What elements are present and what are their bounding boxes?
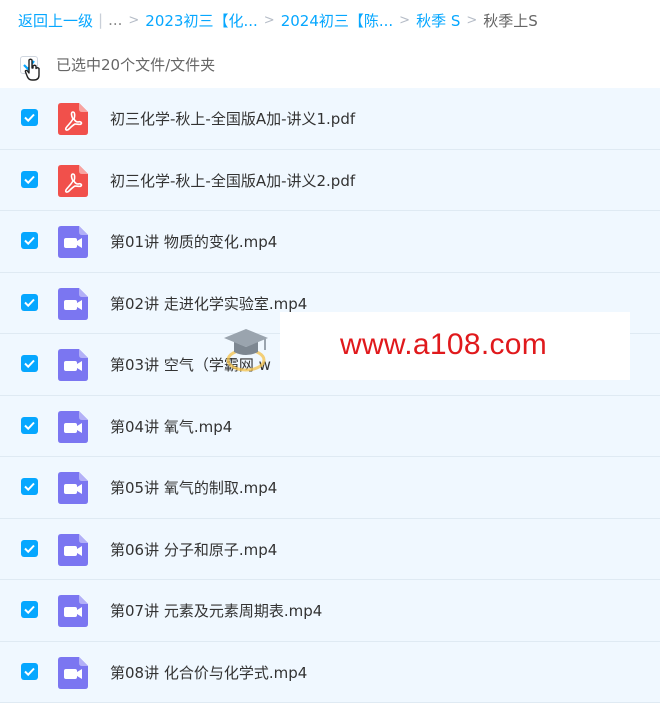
breadcrumb: 返回上一级 | ... > 2023初三【化... > 2024初三【陈... … <box>18 10 538 30</box>
chevron-right-icon: > <box>128 13 139 28</box>
breadcrumb-item[interactable]: 2024初三【陈... <box>281 10 393 31</box>
file-checkbox[interactable] <box>21 294 38 311</box>
file-name[interactable]: 第05讲 氧气的制取.mp4 <box>110 477 277 498</box>
breadcrumb-item[interactable]: 秋季 S <box>416 10 460 31</box>
breadcrumb-current: 秋季上S <box>483 10 538 31</box>
breadcrumb-item[interactable]: 2023初三【化... <box>145 10 257 31</box>
check-icon <box>23 419 36 432</box>
chevron-right-icon: > <box>264 13 275 28</box>
hand-cursor-icon <box>24 58 42 82</box>
pdf-icon <box>58 103 88 135</box>
selection-bar: 已选中20个文件/文件夹 <box>0 48 660 84</box>
file-row[interactable]: 第08讲 化合价与化学式.mp4 <box>0 642 660 703</box>
file-name[interactable]: 第08讲 化合价与化学式.mp4 <box>110 662 307 683</box>
file-row[interactable]: 第01讲 物质的变化.mp4 <box>0 211 660 273</box>
check-icon <box>23 296 36 309</box>
watermark-text: www.a108.com <box>340 328 547 362</box>
file-checkbox[interactable] <box>21 478 38 495</box>
pdf-icon <box>58 165 88 197</box>
file-checkbox[interactable] <box>21 417 38 434</box>
check-icon <box>23 603 36 616</box>
chevron-right-icon: > <box>399 13 410 28</box>
file-checkbox[interactable] <box>21 232 38 249</box>
file-name[interactable]: 第02讲 走进化学实验室.mp4 <box>110 293 307 314</box>
video-icon <box>58 349 88 381</box>
file-name[interactable]: 第04讲 氧气.mp4 <box>110 416 232 437</box>
watermark: www.a108.com <box>280 312 630 380</box>
check-icon <box>23 665 36 678</box>
video-icon <box>58 288 88 320</box>
file-row[interactable]: 第07讲 元素及元素周期表.mp4 <box>0 580 660 642</box>
file-checkbox[interactable] <box>21 355 38 372</box>
check-icon <box>23 357 36 370</box>
breadcrumb-divider: | <box>98 11 103 29</box>
file-name[interactable]: 第01讲 物质的变化.mp4 <box>110 231 277 252</box>
file-checkbox[interactable] <box>21 171 38 188</box>
file-name[interactable]: 初三化学-秋上-全国版A加-讲义2.pdf <box>110 170 355 191</box>
file-name[interactable]: 初三化学-秋上-全国版A加-讲义1.pdf <box>110 108 355 129</box>
video-icon <box>58 657 88 689</box>
check-icon <box>23 111 36 124</box>
file-name[interactable]: 第07讲 元素及元素周期表.mp4 <box>110 600 322 621</box>
video-icon <box>58 226 88 258</box>
video-icon <box>58 534 88 566</box>
file-checkbox[interactable] <box>21 540 38 557</box>
file-checkbox[interactable] <box>21 109 38 126</box>
breadcrumb-ellipsis[interactable]: ... <box>108 11 122 29</box>
file-row[interactable]: 第04讲 氧气.mp4 <box>0 396 660 458</box>
file-row[interactable]: 初三化学-秋上-全国版A加-讲义2.pdf <box>0 150 660 212</box>
check-icon <box>23 173 36 186</box>
file-row[interactable]: 第05讲 氧气的制取.mp4 <box>0 457 660 519</box>
video-icon <box>58 472 88 504</box>
video-icon <box>58 411 88 443</box>
check-icon <box>23 234 36 247</box>
check-icon <box>23 480 36 493</box>
graduation-cap-icon <box>218 322 274 378</box>
file-name[interactable]: 第06讲 分子和原子.mp4 <box>110 539 277 560</box>
file-list: 初三化学-秋上-全国版A加-讲义1.pdf 初三化学-秋上-全国版A加-讲义2.p… <box>0 88 660 703</box>
check-icon <box>23 542 36 555</box>
file-checkbox[interactable] <box>21 601 38 618</box>
back-link[interactable]: 返回上一级 <box>18 10 93 31</box>
selection-count-text: 已选中20个文件/文件夹 <box>56 54 215 75</box>
file-row[interactable]: 第06讲 分子和原子.mp4 <box>0 519 660 581</box>
video-icon <box>58 595 88 627</box>
file-checkbox[interactable] <box>21 663 38 680</box>
chevron-right-icon: > <box>466 13 477 28</box>
file-row[interactable]: 初三化学-秋上-全国版A加-讲义1.pdf <box>0 88 660 150</box>
